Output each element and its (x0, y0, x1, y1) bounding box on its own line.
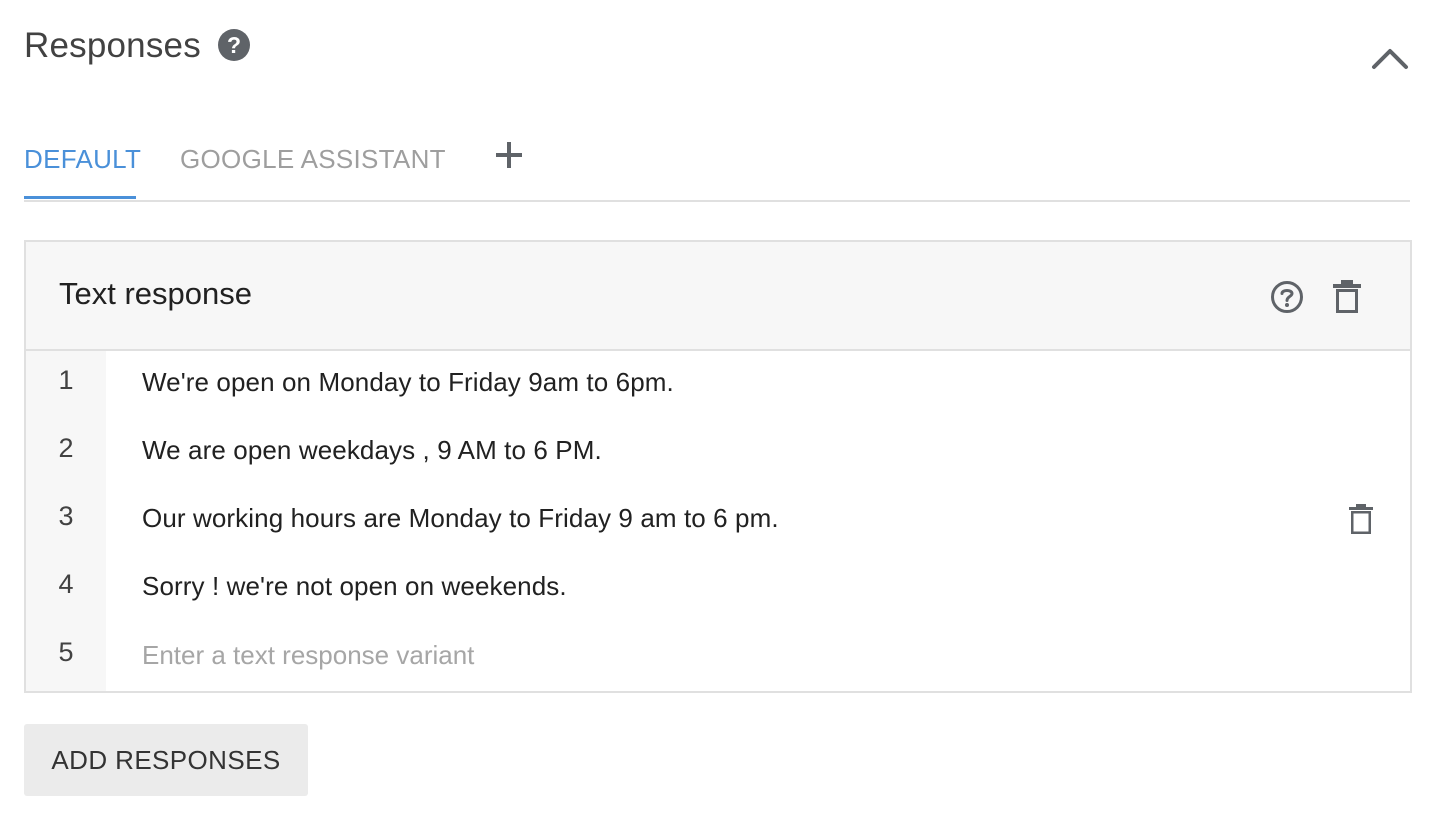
response-text[interactable]: We're open on Monday to Friday 9am to 6p… (142, 367, 674, 398)
response-row[interactable]: 3 Our working hours are Monday to Friday… (26, 487, 1410, 555)
question-circle-outline-icon[interactable] (1269, 279, 1305, 315)
response-variant-input[interactable] (142, 633, 1322, 677)
response-text[interactable]: We are open weekdays , 9 AM to 6 PM. (142, 435, 602, 466)
response-text[interactable]: Sorry ! we're not open on weekends. (142, 571, 567, 602)
plus-icon[interactable] (494, 140, 524, 170)
responses-section-header: Responses ? (24, 20, 1410, 80)
response-row[interactable]: 1 We're open on Monday to Friday 9am to … (26, 351, 1410, 419)
response-tabs: DEFAULT GOOGLE ASSISTANT (24, 130, 1410, 202)
response-row[interactable]: 5 (26, 623, 1410, 691)
response-rows: 1 We're open on Monday to Friday 9am to … (26, 351, 1410, 691)
section-title: Responses (24, 26, 201, 65)
card-header: Text response (26, 242, 1410, 351)
text-response-card: Text response 1 We're open on Monday to … (24, 240, 1412, 693)
active-tab-indicator (24, 196, 136, 199)
response-row[interactable]: 2 We are open weekdays , 9 AM to 6 PM. (26, 419, 1410, 487)
add-responses-button[interactable]: ADD RESPONSES (24, 724, 308, 796)
response-row[interactable]: 4 Sorry ! we're not open on weekends. (26, 555, 1410, 623)
trash-icon[interactable] (1330, 279, 1364, 315)
row-number: 4 (58, 569, 74, 599)
chevron-up-icon[interactable] (1370, 40, 1410, 76)
row-number: 3 (58, 501, 74, 531)
card-title: Text response (59, 276, 252, 311)
response-text[interactable]: Our working hours are Monday to Friday 9… (142, 503, 779, 534)
row-number: 5 (58, 637, 74, 667)
question-circle-icon[interactable]: ? (218, 29, 250, 61)
trash-icon[interactable] (1348, 503, 1374, 535)
row-number: 2 (58, 433, 74, 463)
row-number: 1 (58, 365, 74, 395)
tab-default[interactable]: DEFAULT (24, 144, 141, 175)
tab-google-assistant[interactable]: GOOGLE ASSISTANT (180, 144, 446, 175)
